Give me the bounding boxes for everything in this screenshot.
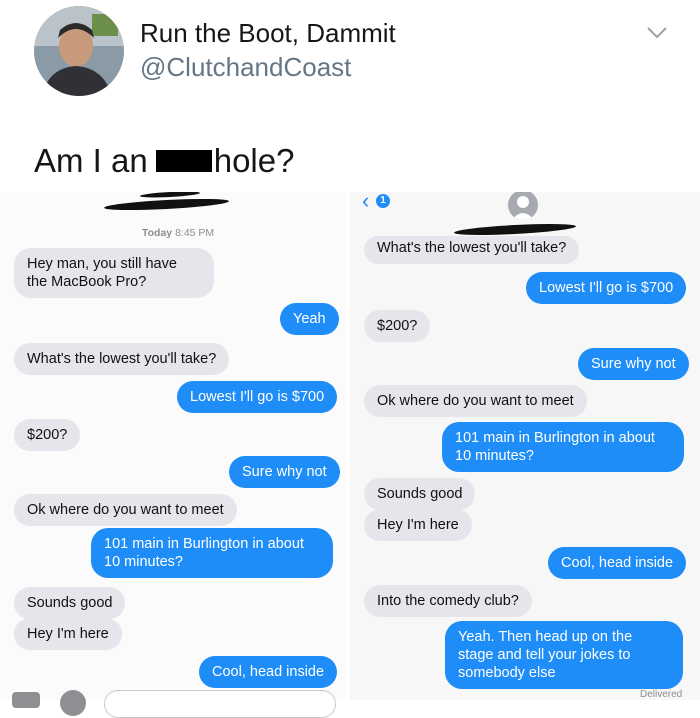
message-bubble[interactable]: $200?	[364, 310, 431, 342]
message-bubble[interactable]: Into the comedy club?	[364, 585, 532, 617]
tweet-text-end: hole?	[213, 142, 295, 179]
message-bubble[interactable]: What's the lowest you'll take?	[364, 236, 580, 264]
back-chevron-icon[interactable]: ‹	[362, 192, 369, 212]
panel-divider	[345, 192, 350, 700]
message-bubble[interactable]: Cool, head inside	[199, 656, 338, 688]
message-bubble[interactable]: 101 main in Burlington in about 10 minut…	[91, 528, 333, 578]
message-bubble[interactable]: Sounds good	[14, 587, 126, 619]
message-bubble[interactable]: Lowest I'll go is $700	[177, 381, 338, 413]
message-bubble[interactable]: Sure why not	[229, 456, 340, 488]
chevron-down-icon[interactable]	[646, 26, 668, 40]
author-avatar[interactable]	[34, 6, 124, 96]
message-bubble[interactable]: Hey man, you still have the MacBook Pro?	[14, 248, 214, 298]
left-screenshot: Today 8:45 PM Hey man, you still have th…	[0, 192, 345, 700]
redaction-scribble	[139, 192, 201, 199]
app-store-icon[interactable]	[60, 690, 86, 716]
message-bubble[interactable]: 101 main in Burlington in about 10 minut…	[442, 422, 684, 472]
message-input[interactable]	[104, 690, 336, 718]
unread-badge[interactable]: 1	[376, 194, 390, 208]
message-bubble[interactable]: Lowest I'll go is $700	[526, 272, 687, 304]
timestamp-time: 8:45 PM	[175, 227, 215, 239]
message-bubble[interactable]: Ok where do you want to meet	[364, 385, 587, 417]
delivered-label: Delivered	[640, 689, 683, 700]
tweet-text-start: Am I an	[34, 142, 148, 179]
redaction-scribble	[453, 221, 577, 238]
message-bubble[interactable]: $200?	[14, 419, 81, 451]
author-name[interactable]: Run the Boot, Dammit	[140, 18, 396, 49]
message-bubble[interactable]: Sure why not	[578, 348, 689, 380]
message-bubble[interactable]: Yeah. Then head up on the stage and tell…	[445, 621, 683, 689]
message-bubble[interactable]: Cool, head inside	[548, 547, 687, 579]
message-bubble[interactable]: Sounds good	[364, 478, 476, 510]
timestamp: Today 8:45 PM	[142, 227, 214, 239]
message-bubble[interactable]: Hey I'm here	[364, 509, 472, 541]
redaction-scribble	[103, 196, 230, 213]
contact-avatar-icon[interactable]	[508, 192, 538, 220]
message-bubble[interactable]: Ok where do you want to meet	[14, 494, 237, 526]
tweet-text: Am I an hole?	[34, 142, 294, 180]
right-screenshot: ‹ 1 What's the lowest you'll take? Lowes…	[350, 192, 700, 700]
censor-bar	[155, 150, 212, 173]
author-handle[interactable]: @ClutchandCoast	[140, 52, 351, 83]
message-bubble[interactable]: Hey I'm here	[14, 618, 122, 650]
message-bubble[interactable]: What's the lowest you'll take?	[14, 343, 230, 375]
camera-icon[interactable]	[12, 692, 40, 708]
message-bubble[interactable]: Yeah	[280, 303, 339, 335]
timestamp-day: Today	[142, 227, 173, 239]
